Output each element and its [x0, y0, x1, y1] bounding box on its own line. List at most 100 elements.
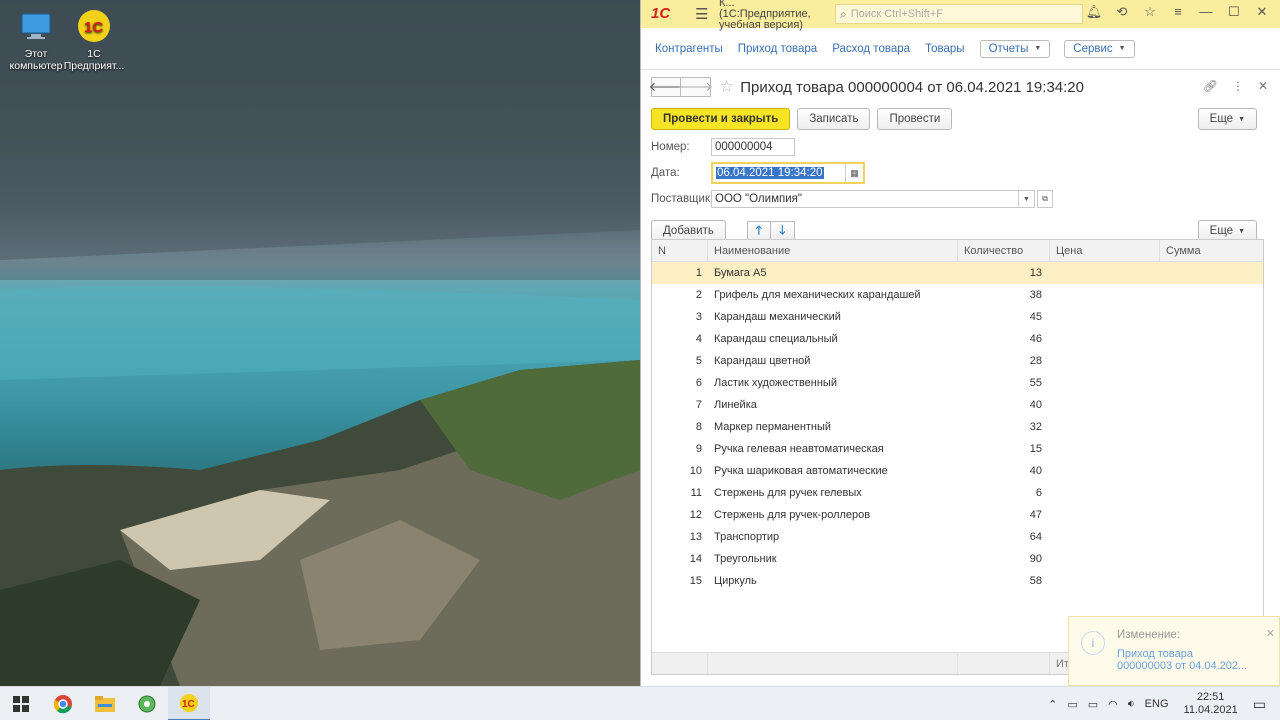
notifications-icon[interactable]: ▭	[1253, 696, 1266, 713]
column-header-price[interactable]: Цена	[1050, 240, 1160, 261]
row-sum[interactable]	[1160, 548, 1263, 570]
row-price[interactable]	[1050, 394, 1160, 416]
service-button[interactable]: Сервис ▼	[1064, 39, 1135, 58]
favorite-star-icon[interactable]: ☆	[719, 77, 734, 97]
row-price[interactable]	[1050, 504, 1160, 526]
row-quantity[interactable]: 55	[958, 372, 1050, 394]
calendar-icon[interactable]: ▦	[845, 164, 863, 182]
table-row[interactable]: 8 Маркер перманентный 32	[652, 416, 1263, 438]
row-quantity[interactable]: 15	[958, 438, 1050, 460]
taskbar-1c[interactable]: 1С	[168, 686, 210, 720]
row-sum[interactable]	[1160, 262, 1263, 284]
more-vertical-icon[interactable]: ⋮	[1232, 79, 1244, 93]
maximize-icon[interactable]: ☐	[1224, 4, 1244, 20]
row-price[interactable]	[1050, 438, 1160, 460]
row-quantity[interactable]: 64	[958, 526, 1050, 548]
section-goods-receipt[interactable]: Приход товара	[738, 43, 817, 55]
favorites-star-icon[interactable]: ☆	[1140, 4, 1160, 20]
table-row[interactable]: 13 Транспортир 64	[652, 526, 1263, 548]
close-icon[interactable]: ✕	[1252, 4, 1272, 20]
network-icon[interactable]: ▭	[1088, 698, 1098, 711]
table-row[interactable]: 5 Карандаш цветной 28	[652, 350, 1263, 372]
table-row[interactable]: 2 Грифель для механических карандашей 38	[652, 284, 1263, 306]
language-indicator[interactable]: ENG	[1145, 698, 1169, 710]
hamburger-menu-icon[interactable]: ☰	[695, 5, 709, 23]
row-number[interactable]: 15	[652, 570, 708, 592]
row-price[interactable]	[1050, 328, 1160, 350]
row-number[interactable]: 12	[652, 504, 708, 526]
row-price[interactable]	[1050, 350, 1160, 372]
row-number[interactable]: 8	[652, 416, 708, 438]
table-row[interactable]: 4 Карандаш специальный 46	[652, 328, 1263, 350]
row-quantity[interactable]: 47	[958, 504, 1050, 526]
column-header-sum[interactable]: Сумма	[1160, 240, 1263, 261]
number-field[interactable]: 000000004	[711, 138, 795, 156]
row-number[interactable]: 2	[652, 284, 708, 306]
row-sum[interactable]	[1160, 350, 1263, 372]
table-row[interactable]: 12 Стержень для ручек-роллеров 47	[652, 504, 1263, 526]
row-price[interactable]	[1050, 306, 1160, 328]
row-quantity[interactable]: 6	[958, 482, 1050, 504]
row-number[interactable]: 7	[652, 394, 708, 416]
table-row[interactable]: 1 Бумага А5 13	[652, 262, 1263, 284]
row-quantity[interactable]: 38	[958, 284, 1050, 306]
row-number[interactable]: 5	[652, 350, 708, 372]
row-quantity[interactable]: 40	[958, 460, 1050, 482]
taskbar-app[interactable]	[126, 687, 168, 720]
row-name[interactable]: Ручка гелевая неавтоматическая	[708, 438, 958, 460]
row-sum[interactable]	[1160, 416, 1263, 438]
row-sum[interactable]	[1160, 372, 1263, 394]
column-header-n[interactable]: N	[652, 240, 708, 261]
wifi-icon[interactable]: ◠	[1108, 698, 1118, 711]
table-row[interactable]: 7 Линейка 40	[652, 394, 1263, 416]
row-sum[interactable]	[1160, 460, 1263, 482]
row-sum[interactable]	[1160, 328, 1263, 350]
row-number[interactable]: 9	[652, 438, 708, 460]
row-sum[interactable]	[1160, 284, 1263, 306]
section-goods-expense[interactable]: Расход товара	[832, 43, 910, 55]
row-sum[interactable]	[1160, 526, 1263, 548]
row-name[interactable]: Ручка шариковая автоматические	[708, 460, 958, 482]
row-name[interactable]: Ластик художественный	[708, 372, 958, 394]
row-quantity[interactable]: 40	[958, 394, 1050, 416]
minimize-icon[interactable]: —	[1196, 4, 1216, 20]
row-name[interactable]: Карандаш цветной	[708, 350, 958, 372]
row-price[interactable]	[1050, 416, 1160, 438]
volume-icon[interactable]: 🔉︎	[1128, 698, 1135, 711]
write-button[interactable]: Записать	[797, 108, 871, 130]
row-number[interactable]: 1	[652, 262, 708, 284]
row-name[interactable]: Треугольник	[708, 548, 958, 570]
back-button[interactable]: 🡐	[649, 77, 683, 97]
supplier-field[interactable]: ООО "Олимпия" ▼	[711, 190, 1035, 208]
row-price[interactable]	[1050, 548, 1160, 570]
column-header-name[interactable]: Наименование	[708, 240, 958, 261]
clock[interactable]: 22:51 11.04.2021	[1184, 691, 1238, 717]
menu-lines-icon[interactable]: ≡	[1168, 4, 1188, 20]
row-price[interactable]	[1050, 372, 1160, 394]
row-price[interactable]	[1050, 262, 1160, 284]
row-quantity[interactable]: 46	[958, 328, 1050, 350]
row-number[interactable]: 10	[652, 460, 708, 482]
row-name[interactable]: Транспортир	[708, 526, 958, 548]
forward-button[interactable]: 🡒	[678, 77, 713, 97]
row-number[interactable]: 6	[652, 372, 708, 394]
tray-chevron-up-icon[interactable]: ⌃	[1048, 698, 1057, 711]
history-icon[interactable]: ⟲	[1112, 4, 1132, 20]
move-down-button[interactable]: 🡓	[770, 221, 795, 241]
row-name[interactable]: Грифель для механических карандашей	[708, 284, 958, 306]
change-notification[interactable]: i Изменение: Приход товара 000000003 от …	[1068, 616, 1280, 686]
open-supplier-icon[interactable]: ⧉	[1037, 190, 1053, 208]
table-row[interactable]: 15 Циркуль 58	[652, 570, 1263, 592]
row-quantity[interactable]: 58	[958, 570, 1050, 592]
row-sum[interactable]	[1160, 306, 1263, 328]
row-name[interactable]: Линейка	[708, 394, 958, 416]
move-up-button[interactable]: 🡑	[746, 221, 771, 241]
table-row[interactable]: 3 Карандаш механический 45	[652, 306, 1263, 328]
row-quantity[interactable]: 90	[958, 548, 1050, 570]
date-field[interactable]: 06.04.2021 19:34:20 ▦	[711, 162, 865, 184]
row-quantity[interactable]: 13	[958, 262, 1050, 284]
notification-link-line2[interactable]: 000000003 от 04.04.202...	[1117, 660, 1247, 672]
row-number[interactable]: 14	[652, 548, 708, 570]
table-row[interactable]: 14 Треугольник 90	[652, 548, 1263, 570]
row-sum[interactable]	[1160, 394, 1263, 416]
